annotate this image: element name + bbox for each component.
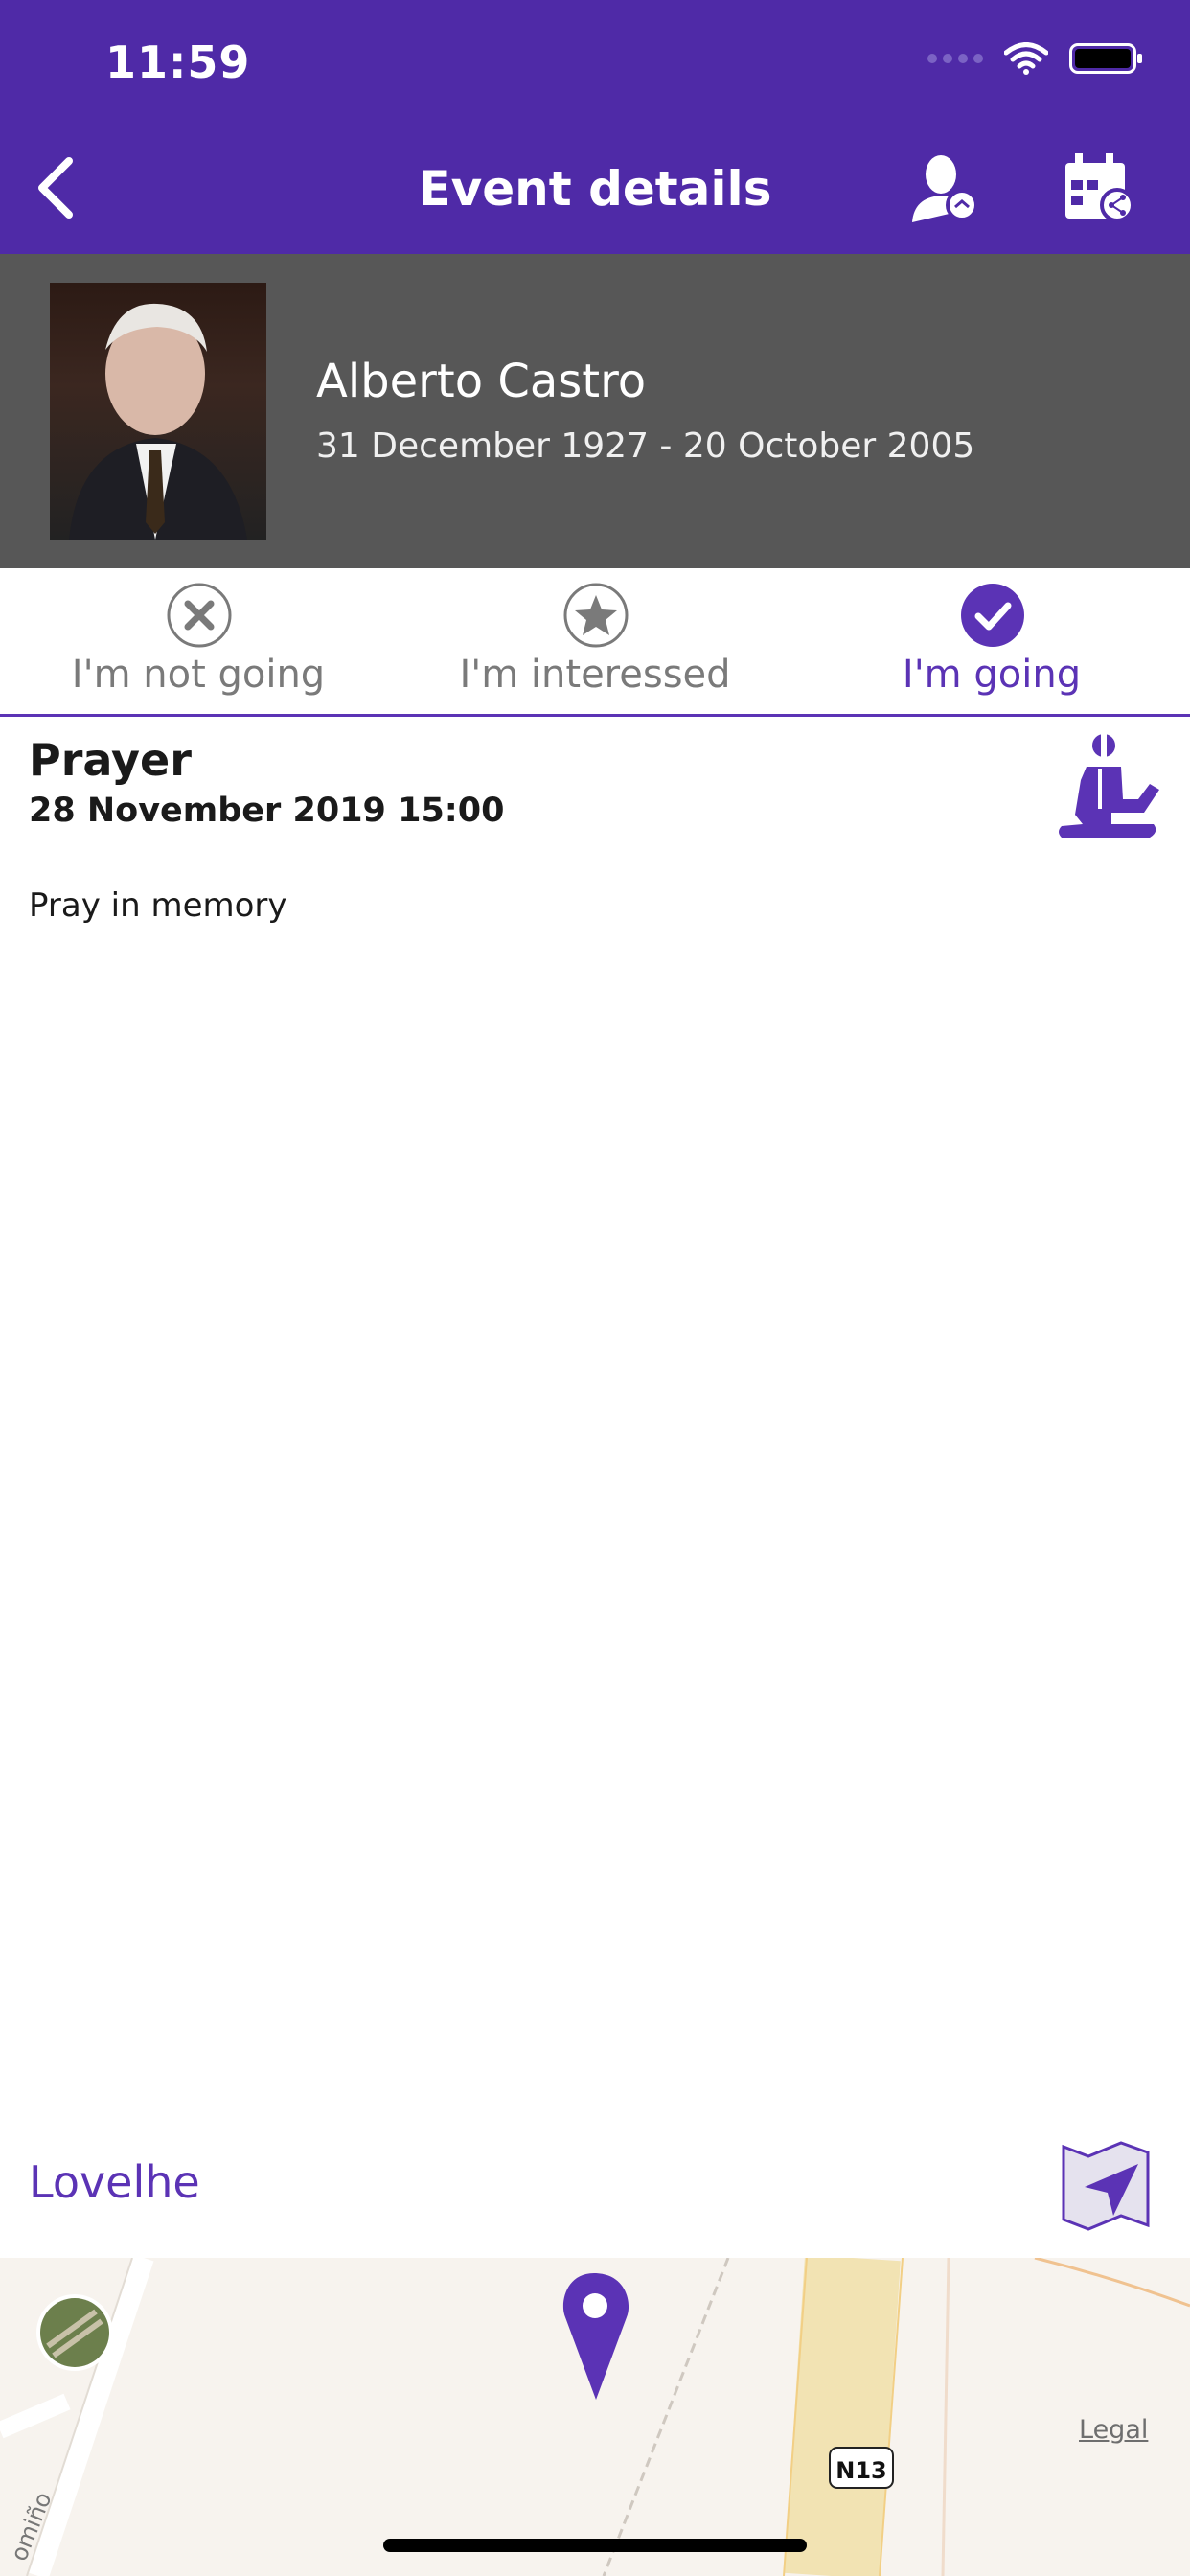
calendar-share-icon[interactable] xyxy=(1062,151,1134,224)
person-dates: 31 December 1927 - 20 October 2005 xyxy=(316,426,975,466)
tab-interested-label: I'm interessed xyxy=(459,653,731,697)
check-circle-icon xyxy=(961,584,1024,647)
battery-icon xyxy=(1069,43,1142,74)
status-icons xyxy=(927,42,1142,75)
navigation-map-icon[interactable] xyxy=(1060,2139,1152,2231)
x-circle-icon xyxy=(167,583,232,648)
tab-going[interactable]: I'm going xyxy=(793,568,1190,712)
home-indicator xyxy=(383,2539,807,2552)
attendance-tabs: I'm not going I'm interessed I'm going xyxy=(0,568,1190,717)
cellular-icon xyxy=(927,54,983,63)
page-title: Event details xyxy=(418,161,772,217)
event-description: Pray in memory xyxy=(29,886,287,925)
person-photo xyxy=(50,283,266,540)
wifi-icon xyxy=(1004,42,1048,75)
event-type: Prayer xyxy=(29,734,192,786)
prayer-icon xyxy=(1059,734,1159,838)
tab-going-label: I'm going xyxy=(902,653,1082,697)
app-header: 11:59 Event details xyxy=(0,0,1190,254)
status-time: 11:59 xyxy=(105,36,251,88)
person-name: Alberto Castro xyxy=(316,355,647,408)
map-legal-link[interactable]: Legal xyxy=(1079,2415,1148,2445)
location-map[interactable]: omiño N13 xyxy=(0,2258,1190,2576)
location-name[interactable]: Lovelhe xyxy=(29,2156,200,2208)
event-datetime: 28 November 2019 15:00 xyxy=(29,792,505,830)
person-share-icon[interactable] xyxy=(906,151,979,224)
star-circle-icon xyxy=(563,583,629,648)
tab-interested[interactable]: I'm interessed xyxy=(397,568,793,712)
tab-not-going[interactable]: I'm not going xyxy=(0,568,397,712)
tab-not-going-label: I'm not going xyxy=(71,653,326,697)
road-label: N13 xyxy=(835,2457,887,2484)
